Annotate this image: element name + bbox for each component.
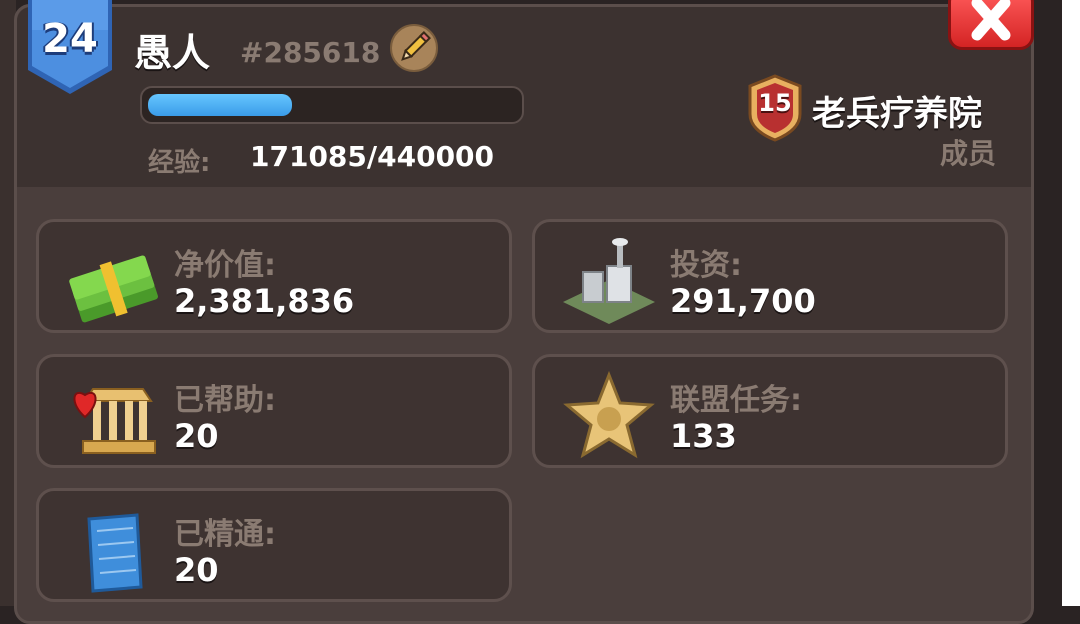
stat-label: 净价值: (174, 248, 276, 283)
stat-card-net-worth: 净价值: 2,381,836 (36, 219, 512, 333)
stat-label: 联盟任务: (670, 383, 802, 418)
player-level: 24 (42, 16, 98, 62)
close-icon (971, 0, 1011, 41)
player-id: #285618 (240, 36, 381, 69)
stat-card-mastered: 已精通: 20 (36, 488, 512, 602)
stat-card-helped: 已帮助: 20 (36, 354, 512, 468)
screen-edge (1062, 0, 1080, 606)
stat-value: 133 (670, 417, 737, 455)
factory-building-icon (563, 238, 655, 324)
stat-label: 投资: (670, 248, 742, 283)
money-stack-icon (69, 255, 158, 323)
close-button[interactable] (948, 0, 1034, 50)
alliance-name[interactable]: 老兵疗养院 (812, 86, 982, 135)
stat-value: 20 (174, 551, 219, 589)
xp-label: 经验: (148, 148, 211, 178)
xp-progress-fill (148, 94, 292, 116)
stat-label: 已帮助: (174, 383, 276, 418)
player-name: 愚人 (134, 31, 211, 75)
stat-label: 已精通: (174, 517, 276, 552)
edit-name-button[interactable] (390, 24, 438, 72)
stat-card-alliance-quests: 联盟任务: 133 (532, 354, 1008, 468)
charity-building-heart-icon (73, 388, 156, 454)
stat-card-investment: 投资: 291,700 (532, 219, 1008, 333)
blueprint-icon (87, 513, 143, 593)
alliance-level: 15 (758, 89, 792, 117)
xp-value: 171085/440000 (250, 140, 495, 173)
alliance-role: 成员 (939, 137, 996, 170)
xp-progress-bar (140, 86, 524, 124)
pencil-icon (401, 31, 431, 61)
stat-value: 2,381,836 (174, 282, 355, 320)
sheriff-star-icon (563, 370, 655, 459)
stat-value: 291,700 (670, 282, 816, 320)
stat-value: 20 (174, 417, 219, 455)
